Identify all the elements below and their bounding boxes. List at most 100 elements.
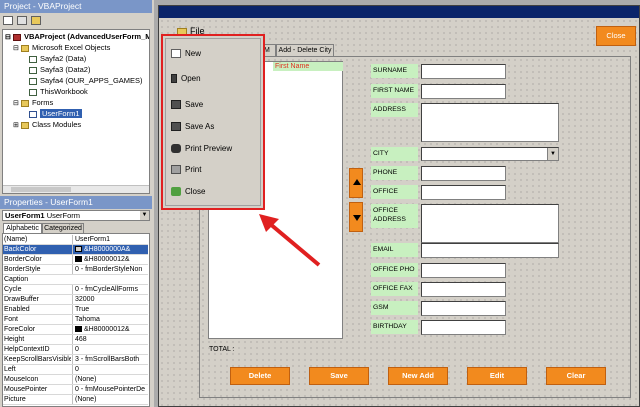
menu-item-label: Print: [185, 165, 202, 174]
property-row[interactable]: Enabled True: [3, 305, 148, 315]
property-row[interactable]: DrawBuffer 32000: [3, 295, 148, 305]
property-row[interactable]: Picture (None): [3, 395, 148, 405]
property-row[interactable]: BorderStyle 0 - fmBorderStyleNon: [3, 265, 148, 275]
property-value[interactable]: 0: [72, 345, 148, 354]
tab-categorized[interactable]: Categorized: [42, 223, 84, 233]
binoculars-icon: [171, 144, 181, 154]
city-combobox[interactable]: ▼: [421, 147, 559, 161]
userform1[interactable]: File Close RM Add - Delete City First Na…: [158, 5, 640, 407]
birthday-field[interactable]: [421, 320, 506, 335]
property-value[interactable]: 468: [72, 335, 148, 344]
gsm-field[interactable]: [421, 301, 506, 316]
new-add-button[interactable]: New Add: [388, 367, 448, 385]
delete-button[interactable]: Delete: [230, 367, 290, 385]
menu-item-close[interactable]: Close: [171, 185, 205, 199]
phone-field[interactable]: [421, 166, 506, 181]
menu-item-label: New: [185, 49, 202, 58]
menu-item-print[interactable]: Print: [171, 163, 201, 177]
office-fax-field[interactable]: [421, 282, 506, 297]
save-button[interactable]: Save: [309, 367, 369, 385]
sheet-icon: [29, 55, 37, 63]
toggle-folders-icon[interactable]: [31, 16, 41, 25]
office-field[interactable]: [421, 185, 506, 200]
tree-item-excel-objects[interactable]: ⊟ Microsoft Excel Objects: [13, 43, 110, 53]
property-row[interactable]: KeepScrollBarsVisible 3 - fmScrollBarsBot…: [3, 355, 148, 365]
view-object-icon[interactable]: [17, 16, 27, 25]
property-value-text: 3 - fmScrollBarsBoth: [75, 356, 140, 363]
property-row[interactable]: HelpContextID 0: [3, 345, 148, 355]
chevron-down-icon[interactable]: ▼: [547, 148, 558, 160]
file-dropdown-menu: New Open Save Save As Print Preview Prin…: [161, 34, 265, 210]
property-value-text: 0 - fmCycleAllForms: [75, 286, 139, 293]
label-city: CITY: [371, 147, 418, 161]
first-name-field[interactable]: [421, 84, 506, 99]
property-value[interactable]: 32000: [72, 295, 148, 304]
property-value[interactable]: &H8000000A&: [72, 245, 148, 254]
move-up-button[interactable]: [349, 168, 363, 198]
tree-item-userform1[interactable]: UserForm1: [29, 109, 82, 119]
property-row[interactable]: Cycle 0 - fmCycleAllForms: [3, 285, 148, 295]
property-value[interactable]: (None): [72, 395, 148, 404]
property-value[interactable]: &H80000012&: [72, 325, 148, 334]
tree-item-sayfa3[interactable]: Sayfa3 (Data2): [29, 65, 90, 75]
property-row[interactable]: BackColor &H8000000A&: [3, 245, 148, 255]
property-value[interactable]: Tahoma: [72, 315, 148, 324]
address-field[interactable]: [421, 103, 559, 142]
close-button[interactable]: Close: [596, 26, 636, 46]
property-value[interactable]: 0 - fmBorderStyleNon: [72, 265, 148, 274]
printer-icon: [171, 165, 181, 175]
property-name: HelpContextID: [4, 346, 50, 353]
tree-item-sayfa2[interactable]: Sayfa2 (Data): [29, 54, 86, 64]
horizontal-scrollbar[interactable]: [3, 185, 149, 193]
menu-item-new[interactable]: New: [171, 47, 201, 61]
arrow-up-icon: [353, 179, 361, 185]
property-row[interactable]: Caption: [3, 275, 148, 285]
property-value[interactable]: (None): [72, 375, 148, 384]
tree-item-thisworkbook[interactable]: ThisWorkbook: [29, 87, 88, 97]
property-value-text: UserForm1: [75, 236, 111, 243]
tab-add-delete-city[interactable]: Add - Delete City: [276, 44, 334, 56]
property-name: Picture: [4, 396, 26, 403]
tree-item-class-modules[interactable]: ⊞ Class Modules: [13, 120, 81, 130]
color-swatch: [75, 246, 82, 253]
view-code-icon[interactable]: [3, 16, 13, 25]
menu-item-open[interactable]: Open: [171, 72, 201, 86]
object-selector[interactable]: UserForm1 UserForm ▼: [2, 210, 150, 221]
menu-item-print-preview[interactable]: Print Preview: [171, 142, 232, 156]
property-value[interactable]: 0 - fmCycleAllForms: [72, 285, 148, 294]
property-name: Cycle: [4, 286, 22, 293]
surname-field[interactable]: [421, 64, 506, 79]
property-value[interactable]: 0 - fmMousePointerDe: [72, 385, 148, 394]
property-row[interactable]: Font Tahoma: [3, 315, 148, 325]
property-name: Font: [4, 316, 19, 323]
office-phone-field[interactable]: [421, 263, 506, 278]
label-first-name: FIRST NAME: [371, 84, 418, 98]
property-value-text: 0: [75, 346, 79, 353]
tree-item-root[interactable]: ⊟ VBAProject (AdvancedUserForm_M: [5, 32, 149, 42]
email-field[interactable]: [421, 243, 559, 258]
property-value[interactable]: 0: [72, 365, 148, 374]
tree-item-sayfa4[interactable]: Sayfa4 (OUR_APPS_GAMES): [29, 76, 143, 86]
property-grid: (Name) UserForm1 BackColor &H8000000A& Borde…: [2, 233, 150, 407]
menu-item-save-as[interactable]: Save As: [171, 120, 214, 134]
property-value[interactable]: 3 - fmScrollBarsBoth: [72, 355, 148, 364]
clear-button[interactable]: Clear: [546, 367, 606, 385]
property-value[interactable]: UserForm1: [72, 235, 148, 244]
property-row[interactable]: Height 468: [3, 335, 148, 345]
property-row[interactable]: (Name) UserForm1: [3, 235, 148, 245]
office-address-field[interactable]: [421, 204, 559, 243]
property-value[interactable]: True: [72, 305, 148, 314]
label-office-pho: OFFICE PHO: [371, 263, 418, 277]
tab-alphabetic[interactable]: Alphabetic: [3, 223, 42, 233]
property-row[interactable]: MousePointer 0 - fmMousePointerDe: [3, 385, 148, 395]
tree-item-forms[interactable]: ⊟ Forms: [13, 98, 53, 108]
move-down-button[interactable]: [349, 202, 363, 232]
menu-item-save[interactable]: Save: [171, 98, 203, 112]
edit-button[interactable]: Edit: [467, 367, 527, 385]
property-row[interactable]: MouseIcon (None): [3, 375, 148, 385]
chevron-down-icon[interactable]: ▼: [140, 211, 149, 220]
property-row[interactable]: BorderColor &H80000012&: [3, 255, 148, 265]
property-row[interactable]: ForeColor &H80000012&: [3, 325, 148, 335]
property-row[interactable]: Left 0: [3, 365, 148, 375]
property-value[interactable]: &H80000012&: [72, 255, 148, 264]
